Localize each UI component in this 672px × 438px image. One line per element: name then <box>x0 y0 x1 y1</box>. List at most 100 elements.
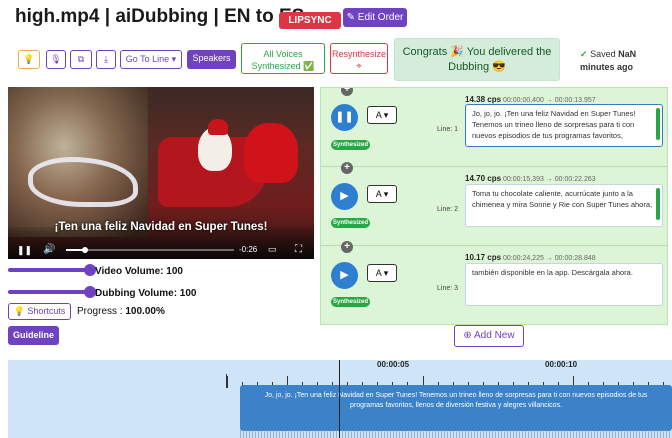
microphone-icon: 🎙 <box>50 54 62 64</box>
copy-icon: ⧉ <box>77 54 85 64</box>
timeline-label-5s: 00:00:05 <box>377 360 410 369</box>
caret-down-icon: ▾ <box>171 54 177 64</box>
synthesized-badge: Synthesized <box>331 297 370 307</box>
resynthesize-icon: ⌖ <box>356 61 362 71</box>
all-voices-line1: All Voices <box>263 49 303 59</box>
video-time: -0:26 <box>239 245 258 254</box>
goto-line-dropdown[interactable]: Go To Line ▾ <box>120 50 182 69</box>
saved-value: NaN <box>618 49 637 59</box>
insert-line-icon[interactable]: + <box>341 88 353 96</box>
page-title: high.mp4 | aiDubbing | EN to ES <box>15 6 305 27</box>
speaker-select[interactable]: A ▾ <box>367 264 397 282</box>
edit-icon: ✎ <box>346 12 358 23</box>
fullscreen-icon[interactable]: ⛶ <box>295 244 302 255</box>
congrats-line1: Congrats 🎉 You delivered the <box>402 46 552 58</box>
caret-down-icon: ▾ <box>383 189 389 199</box>
pause-icon[interactable]: ❚❚ <box>17 245 32 256</box>
all-voices-line2: Synthesized <box>251 61 301 71</box>
copy-button[interactable]: ⧉ <box>70 50 92 69</box>
resynthesize-button[interactable]: Resynthesize ⌖ <box>330 43 388 74</box>
line-timing: 00:00:24,225 → 00:00:28.848 <box>502 255 596 262</box>
play-line-button[interactable]: ▶ <box>331 262 358 289</box>
insert-line-icon[interactable]: + <box>341 162 353 174</box>
timeline-label-10s: 00:00:10 <box>545 360 578 369</box>
video-gift-bag <box>244 123 298 183</box>
goto-line-label: Go To Line <box>125 54 170 64</box>
speaker-value: A <box>375 189 382 199</box>
speakers-button[interactable]: Speakers <box>187 50 236 69</box>
row-divider <box>321 245 667 246</box>
line-timing: 00:00:00,400 → 00:00:13.957 <box>502 97 596 104</box>
volume-icon[interactable]: 🔊 <box>43 244 55 255</box>
shortcuts-label: Shortcuts <box>27 306 66 316</box>
row-divider <box>321 166 667 167</box>
guideline-button[interactable]: Guideline <box>8 326 59 345</box>
video-subtitle: ¡Ten una feliz Navidad en Super Tunes! <box>54 221 268 233</box>
timeline-clip[interactable]: Jo, jo, jo. ¡Ten una feliz Navidad en Su… <box>240 385 672 431</box>
video-volume-label: Video Volume: 100 <box>95 266 183 277</box>
edit-order-button[interactable]: ✎ Edit Order <box>343 8 407 27</box>
picture-in-picture-icon[interactable]: ▭ <box>268 244 277 255</box>
line-text: Toma tu chocolate caliente, acurrúcate j… <box>472 189 653 209</box>
speaker-select[interactable]: A ▾ <box>367 185 397 203</box>
caret-down-icon: ▾ <box>383 268 389 278</box>
line-meta: 14.70 cps 00:00:15,393 → 00:00:22.263 <box>465 174 596 183</box>
play-icon: ▶ <box>340 269 349 281</box>
line-text: también disponible en la app. Descárgala… <box>472 268 633 277</box>
line-number: Line: 3 <box>437 285 459 292</box>
congrats-alert: Congrats 🎉 You delivered the Dubbing 😎 <box>394 38 560 81</box>
seek-knob[interactable] <box>82 247 88 253</box>
insert-line-icon[interactable]: + <box>341 241 353 253</box>
line-number: Line: 1 <box>437 126 459 133</box>
play-icon: ▶ <box>340 190 349 202</box>
line-text-field[interactable]: también disponible en la app. Descárgala… <box>465 263 663 306</box>
timeline-clip-text: Jo, jo, jo. ¡Ten una feliz Navidad en Su… <box>264 392 648 409</box>
play-line-button[interactable]: ▶ <box>331 183 358 210</box>
text-scrollbar[interactable] <box>656 108 660 140</box>
caret-down-icon: ▾ <box>383 110 389 120</box>
lightbulb-icon: 💡 <box>23 54 35 64</box>
progress-label: Progress : <box>77 306 126 317</box>
congrats-line2: Dubbing 😎 <box>448 61 506 73</box>
line-meta: 14.38 cps 00:00:00,400 → 00:00:13.957 <box>465 95 596 104</box>
shortcuts-button[interactable]: 💡 Shortcuts <box>8 303 71 320</box>
microphone-button[interactable]: 🎙 <box>46 50 66 69</box>
download-icon: ⤓ <box>104 54 108 64</box>
video-player[interactable]: ¡Ten una feliz Navidad en Super Tunes! ❚… <box>8 87 314 259</box>
speaker-value: A <box>375 110 382 120</box>
video-seek-bar[interactable] <box>66 247 234 253</box>
synthesized-badge: Synthesized <box>331 218 370 228</box>
progress-text: Progress : 100.00% <box>77 306 165 317</box>
text-scrollbar[interactable] <box>656 188 660 220</box>
line-meta: 10.17 cps 00:00:24,225 → 00:00:28.848 <box>465 253 596 262</box>
plus-circle-icon: ⊕ <box>463 330 475 341</box>
pause-icon: ❚❚ <box>335 111 354 123</box>
resynthesize-label: Resynthesize <box>331 49 387 59</box>
dubbing-lines-panel: + 14.38 cps 00:00:00,400 → 00:00:13.957 … <box>320 87 668 325</box>
edit-order-label: Edit Order <box>357 12 404 23</box>
video-volume-slider[interactable] <box>8 264 96 276</box>
line-text-field[interactable]: Toma tu chocolate caliente, acurrúcate j… <box>465 184 663 227</box>
add-new-line-button[interactable]: ⊕ Add New <box>454 325 524 347</box>
line-timing: 00:00:15,393 → 00:00:22.263 <box>502 176 596 183</box>
speaker-select[interactable]: A ▾ <box>367 106 397 124</box>
timeline-playhead[interactable] <box>339 360 340 438</box>
check-icon: ✓ <box>580 49 588 59</box>
add-new-label: Add New <box>474 330 515 341</box>
all-voices-synthesized-button[interactable]: All Voices Synthesized ✅ <box>241 43 325 74</box>
download-button[interactable]: ⤓ <box>96 50 116 69</box>
speaker-value: A <box>375 268 382 278</box>
ruler-tick <box>227 376 228 388</box>
saved-label: Saved <box>590 49 616 59</box>
pause-line-button[interactable]: ❚❚ <box>331 104 358 131</box>
dubbing-volume-label: Dubbing Volume: 100 <box>95 288 197 299</box>
lipsync-badge: LIPSYNC <box>279 12 341 29</box>
line-cps: 14.70 cps <box>465 174 502 183</box>
line-text: Jo, jo, jo. ¡Ten una feliz Navidad en Su… <box>472 109 636 140</box>
timeline[interactable]: 00:00:05 00:00:10 Jo, jo, jo. ¡Ten una f… <box>8 360 672 438</box>
dubbing-volume-slider[interactable] <box>8 286 96 298</box>
synthesized-badge: Synthesized <box>331 140 370 150</box>
lightbulb-button[interactable]: 💡 <box>18 50 40 69</box>
video-character-hat <box>208 119 228 135</box>
line-text-field[interactable]: Jo, jo, jo. ¡Ten una feliz Navidad en Su… <box>465 104 663 147</box>
